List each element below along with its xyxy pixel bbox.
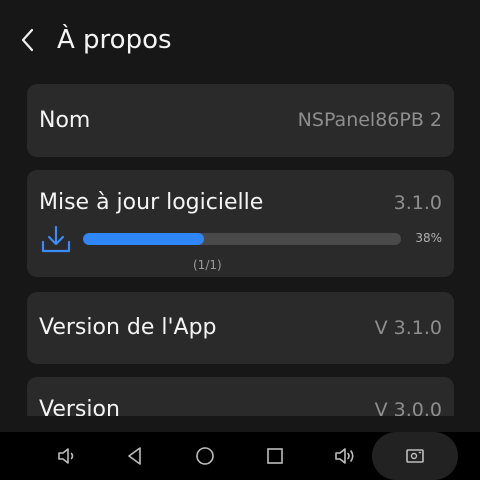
system-navigation-bar [0,432,480,480]
volume-down-button[interactable] [42,432,92,480]
volume-up-icon [335,448,354,464]
screenshot-button[interactable] [372,432,458,480]
page-title: À propos [57,25,172,55]
settings-list[interactable]: Nom NSPanel86PB 2 Mise à jour logicielle… [0,80,480,416]
update-progress-bar [83,233,401,245]
back-button[interactable] [10,22,46,58]
screenshot-icon-wrap [390,432,440,480]
row-update-value: 3.1.0 [393,192,442,214]
header: À propos [0,0,480,80]
recents-square-icon [267,448,283,464]
row-app-version: Version de l'App V 3.1.0 [27,292,454,364]
row-name-label: Nom [39,108,91,133]
volume-up-button[interactable] [320,432,370,480]
row-app-version-value: V 3.1.0 [374,317,442,339]
row-version: Version V 3.0.0 [27,377,454,416]
row-version-label: Version [39,397,120,416]
row-version-value: V 3.0.0 [374,399,442,416]
row-app-version-label: Version de l'App [39,315,217,340]
row-software-update[interactable]: Mise à jour logicielle 3.1.0 38% (1/1) [27,170,454,277]
nav-home-button[interactable] [180,432,230,480]
about-screen: À propos Nom NSPanel86PB 2 Mise à jour l… [0,0,480,480]
back-triangle-icon [128,447,141,465]
nav-back-button[interactable] [110,432,160,480]
nav-recents-button[interactable] [250,432,300,480]
row-name-value: NSPanel86PB 2 [297,109,442,131]
screenshot-icon [406,449,424,463]
chevron-left-icon [21,28,34,52]
volume-down-icon [58,448,74,464]
update-progress-count: (1/1) [193,258,222,272]
row-update-label: Mise à jour logicielle [39,190,264,215]
row-name: Nom NSPanel86PB 2 [27,84,454,157]
download-icon[interactable] [39,224,73,256]
update-progress-percent: 38% [415,231,442,245]
update-progress-fill [83,233,204,245]
home-circle-icon [196,447,214,465]
